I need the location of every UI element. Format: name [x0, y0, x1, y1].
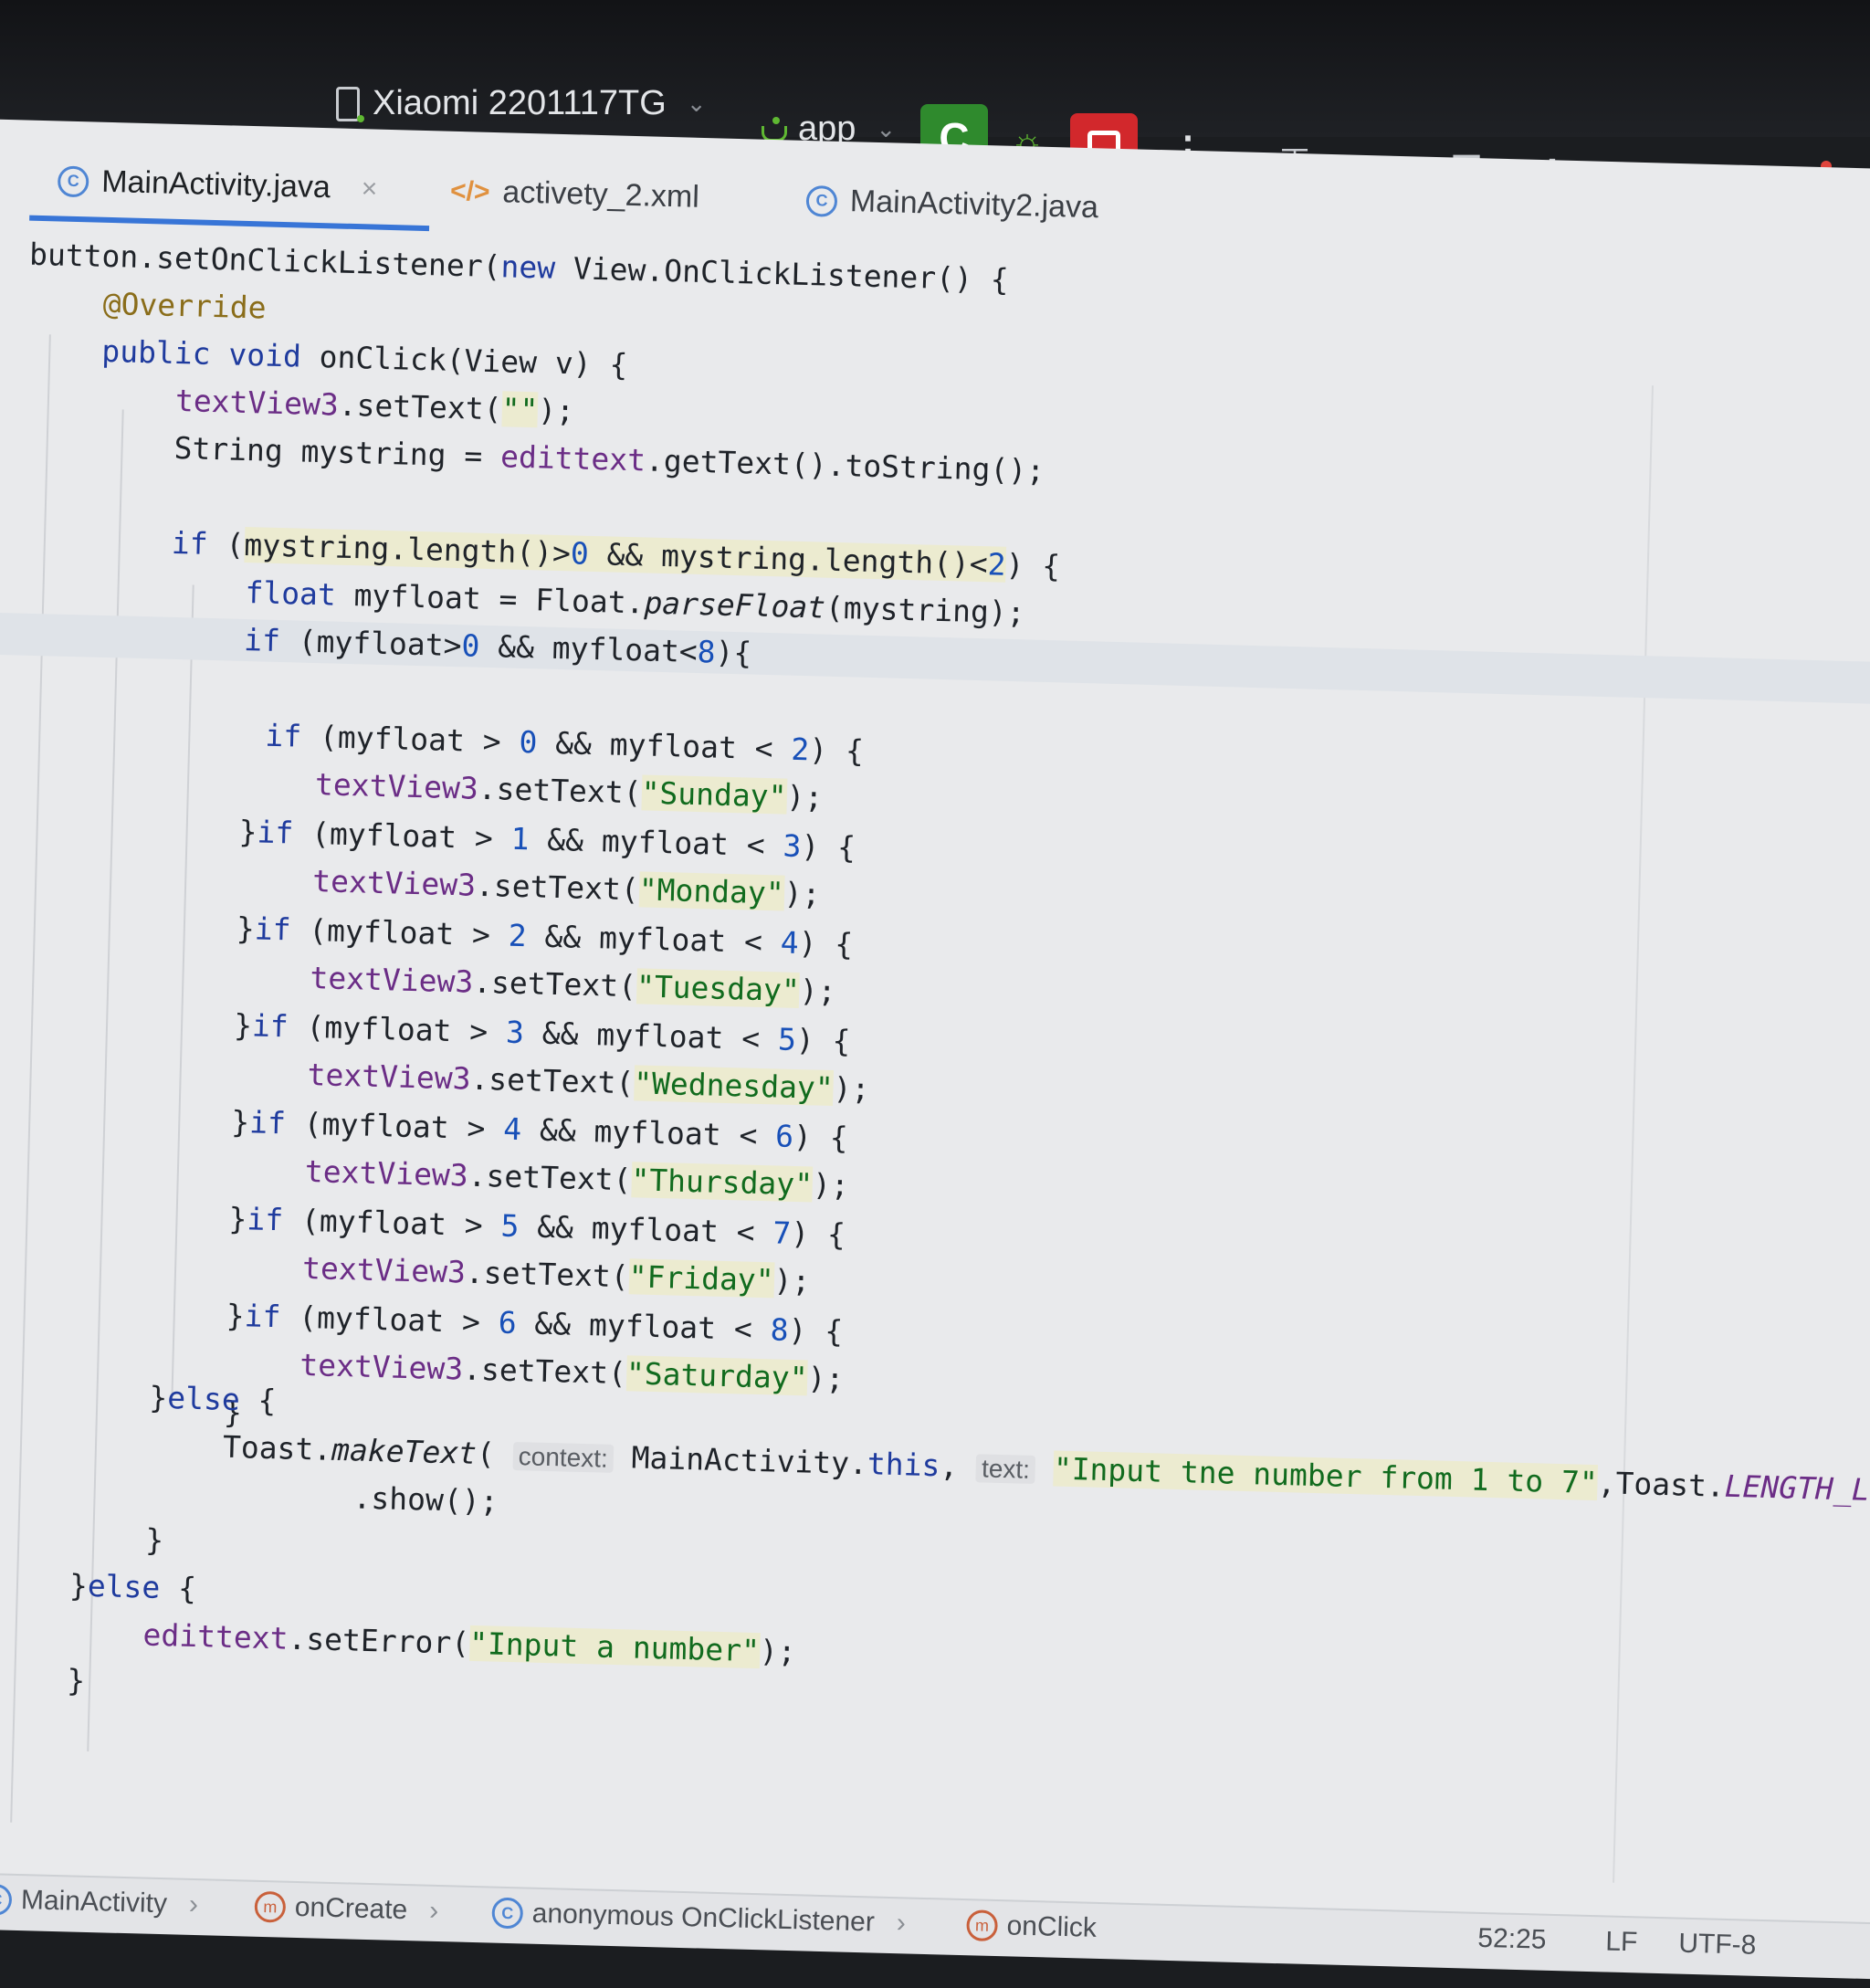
- class-icon: C: [491, 1897, 524, 1930]
- cursor-position[interactable]: 52:25: [1477, 1923, 1547, 1956]
- tab-mainactivity2-java[interactable]: C MainActivity2.java: [805, 183, 1098, 226]
- class-icon: C: [0, 1883, 13, 1916]
- breadcrumb-item[interactable]: m onCreate ›: [254, 1890, 451, 1928]
- device-name: Xiaomi 2201117TG: [373, 84, 667, 122]
- xml-icon: </>: [449, 175, 490, 207]
- line-ending[interactable]: LF: [1605, 1927, 1638, 1959]
- android-app-icon: [760, 116, 787, 142]
- breadcrumb-item[interactable]: m onClick: [966, 1909, 1097, 1944]
- tab-mainactivity-java[interactable]: C MainActivity.java ×: [29, 163, 430, 232]
- tab-label: MainActivity2.java: [849, 184, 1099, 226]
- editor-tabs: C MainActivity.java × </> activety_2.xml…: [29, 163, 1098, 232]
- class-icon: C: [57, 164, 89, 197]
- active-tab-indicator: [29, 215, 430, 232]
- param-hint-text: text:: [975, 1454, 1036, 1484]
- file-encoding[interactable]: UTF-8: [1678, 1929, 1757, 1962]
- main-toolbar: Xiaomi 2201117TG ⌄ app ⌄ C ☼ ⋮ ⊤ ↗ ☰ ✱ ⇄…: [0, 0, 1870, 205]
- chevron-down-icon: ⌄: [876, 115, 897, 142]
- breadcrumb-item[interactable]: C anonymous OnClickListener ›: [491, 1897, 919, 1940]
- method-icon: m: [254, 1890, 287, 1923]
- device-selector[interactable]: Xiaomi 2201117TG ⌄: [336, 84, 707, 123]
- tab-label: MainActivity.java: [100, 163, 331, 205]
- class-icon: C: [805, 184, 838, 217]
- tab-activety-2-xml[interactable]: </> activety_2.xml: [450, 174, 700, 216]
- tab-label: activety_2.xml: [501, 174, 700, 215]
- indent-guide: [171, 584, 194, 1407]
- indent-guide: [87, 409, 124, 1751]
- code-editor[interactable]: button.setOnClickListener(new View.OnCli…: [0, 234, 1870, 1908]
- close-icon[interactable]: ×: [361, 174, 377, 205]
- editor-window: C MainActivity.java × </> activety_2.xml…: [0, 119, 1870, 1980]
- indent-guide: [10, 334, 51, 1823]
- method-icon: m: [966, 1909, 999, 1942]
- param-hint-context: context:: [512, 1441, 615, 1473]
- breadcrumb-item[interactable]: C MainActivity ›: [0, 1883, 211, 1921]
- phone-icon: [336, 86, 364, 122]
- chevron-down-icon: ⌄: [686, 89, 707, 117]
